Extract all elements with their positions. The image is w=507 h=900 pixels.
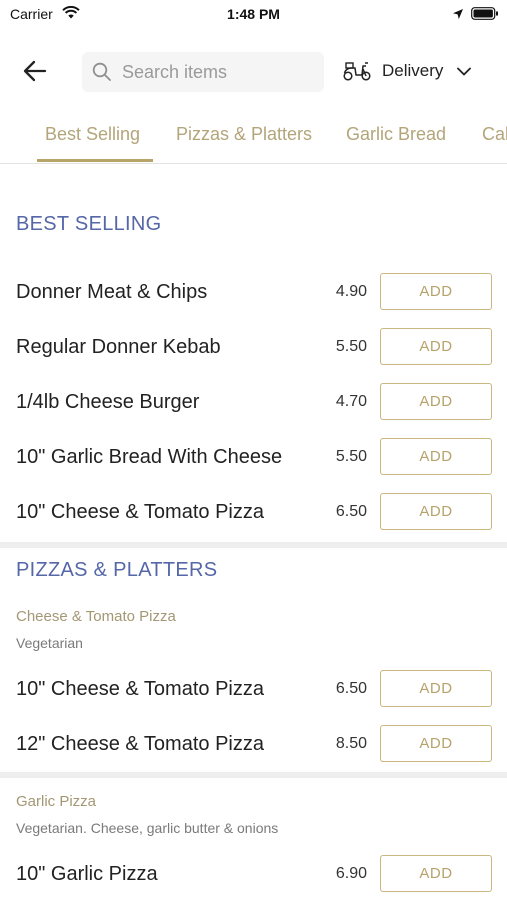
item-name: 10" Cheese & Tomato Pizza <box>16 678 264 700</box>
item-name: 10" Garlic Pizza <box>16 863 158 885</box>
menu-item-row: 10" Garlic Bread With Cheese 5.50 ADD <box>0 438 507 478</box>
back-arrow-icon <box>23 60 47 82</box>
item-name: 10" Garlic Bread With Cheese <box>16 446 283 468</box>
tab-best-selling[interactable]: Best Selling <box>45 124 140 145</box>
menu-item-row: Donner Meat & Chips 4.90 ADD <box>0 273 507 313</box>
status-bar: Carrier 1:48 PM <box>0 0 507 30</box>
item-price: 6.90 <box>335 865 367 882</box>
item-name: 1/4lb Cheese Burger <box>16 391 200 413</box>
add-button[interactable]: ADD <box>380 438 492 475</box>
tab-pizzas-platters[interactable]: Pizzas & Platters <box>176 124 312 145</box>
item-group-name: Cheese & Tomato Pizza <box>16 608 176 625</box>
item-price: 6.50 <box>335 680 367 697</box>
item-group-description: Vegetarian. Cheese, garlic butter & onio… <box>16 820 279 836</box>
menu-item-row: 10" Cheese & Tomato Pizza 6.50 ADD <box>0 670 507 710</box>
back-button[interactable] <box>18 56 52 86</box>
menu-item-row: Regular Donner Kebab 5.50 ADD <box>0 328 507 368</box>
battery-icon <box>471 7 499 25</box>
search-bar[interactable] <box>82 52 324 92</box>
add-button[interactable]: ADD <box>380 383 492 420</box>
item-name: Regular Donner Kebab <box>16 336 221 358</box>
item-group-name: Garlic Pizza <box>16 793 97 810</box>
item-price: 5.50 <box>335 338 367 355</box>
add-button[interactable]: ADD <box>380 328 492 365</box>
item-price: 4.70 <box>335 393 367 410</box>
item-group-description: Vegetarian <box>16 635 83 651</box>
item-price: 4.90 <box>335 283 367 300</box>
search-input[interactable] <box>122 61 312 83</box>
category-tabs: Best Selling Pizzas & Platters Garlic Br… <box>0 112 507 164</box>
item-price: 5.50 <box>335 448 367 465</box>
group-divider <box>0 772 507 778</box>
item-name: 12" Cheese & Tomato Pizza <box>16 733 264 755</box>
item-name: Donner Meat & Chips <box>16 281 208 303</box>
location-arrow-icon <box>452 7 464 25</box>
menu-item-row: 10" Cheese & Tomato Pizza 6.50 ADD <box>0 493 507 533</box>
section-title-pizzas-platters: PIZZAS & PLATTERS <box>16 559 218 581</box>
tab-cal[interactable]: Cal <box>482 124 507 145</box>
add-button[interactable]: ADD <box>380 670 492 707</box>
menu-item-row: 10" Garlic Pizza 6.90 ADD <box>0 855 507 895</box>
search-icon <box>92 62 111 81</box>
section-divider <box>0 542 507 548</box>
header-bar: Delivery <box>0 48 507 94</box>
add-button[interactable]: ADD <box>380 725 492 762</box>
add-button[interactable]: ADD <box>380 855 492 892</box>
item-name: 10" Cheese & Tomato Pizza <box>16 501 264 523</box>
delivery-mode-selector[interactable]: Delivery <box>342 56 472 86</box>
add-button[interactable]: ADD <box>380 493 492 530</box>
tab-garlic-bread[interactable]: Garlic Bread <box>346 124 446 145</box>
add-button[interactable]: ADD <box>380 273 492 310</box>
item-price: 8.50 <box>335 735 367 752</box>
scooter-icon <box>343 62 371 81</box>
chevron-down-icon <box>457 67 472 75</box>
section-title-best-selling: BEST SELLING <box>16 213 162 235</box>
active-tab-indicator <box>37 159 153 162</box>
menu-item-row: 12" Cheese & Tomato Pizza 8.50 ADD <box>0 725 507 765</box>
delivery-mode-label: Delivery <box>382 61 444 80</box>
status-time: 1:48 PM <box>227 6 280 22</box>
item-price: 6.50 <box>335 503 367 520</box>
menu-item-row: 1/4lb Cheese Burger 4.70 ADD <box>0 383 507 423</box>
